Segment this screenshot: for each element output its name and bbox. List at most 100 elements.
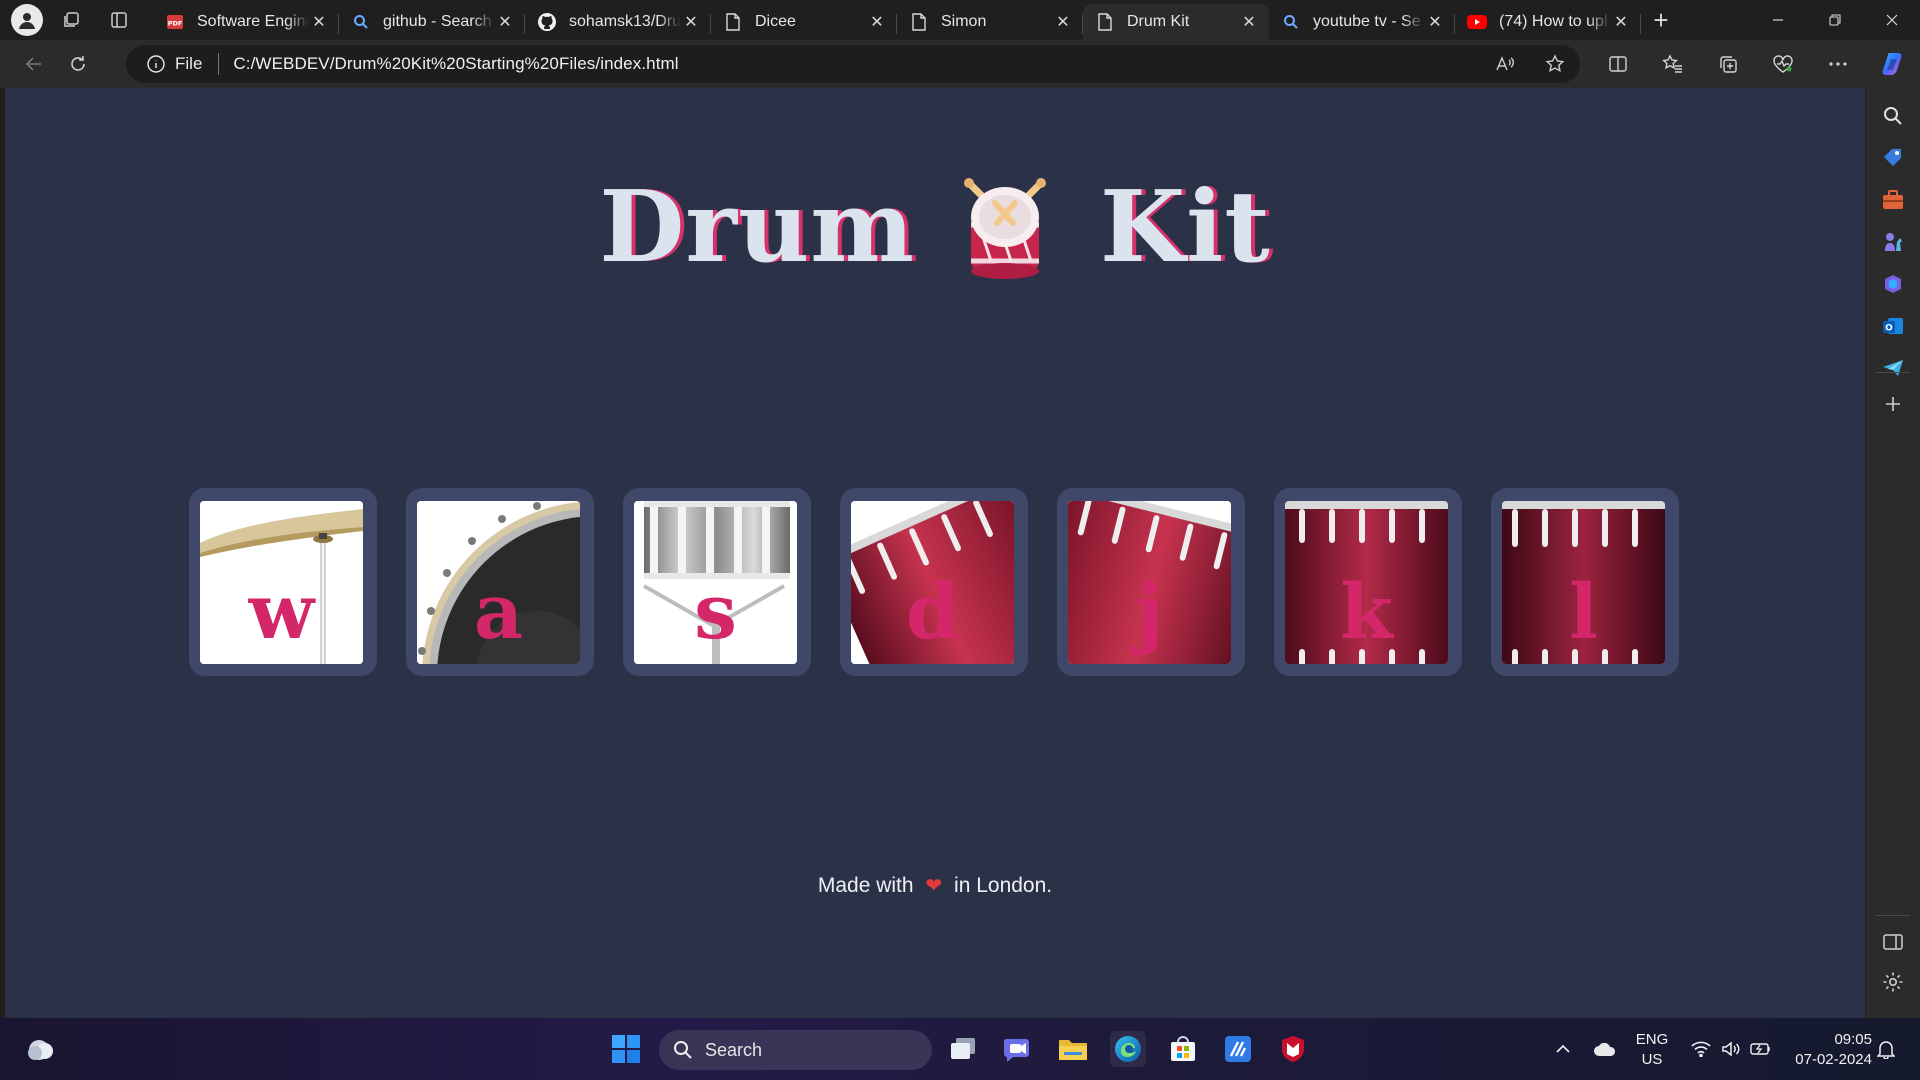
tab-software-engine[interactable]: PDF Software Engine ✕ [153, 4, 339, 40]
url-text[interactable]: C:/WEBDEV/Drum%20Kit%20Starting%20Files/… [233, 54, 678, 74]
footer-after: in London. [954, 874, 1053, 897]
drum-tom1-image: d [851, 500, 1014, 664]
drum-tom3-image: k [1285, 500, 1448, 664]
task-view-icon[interactable] [945, 1031, 981, 1067]
close-icon[interactable]: ✕ [495, 12, 515, 32]
tools-briefcase-icon[interactable] [1879, 186, 1907, 214]
wifi-icon [1686, 1041, 1716, 1057]
tab-list: PDF Software Engine ✕ github - Search ✕ … [153, 0, 1681, 40]
tab-drum-kit[interactable]: Drum Kit ✕ [1083, 4, 1269, 40]
vertical-tabs-icon[interactable] [99, 2, 139, 38]
read-aloud-icon[interactable] [1480, 54, 1530, 74]
search-icon [351, 12, 371, 32]
drum-set: w a s d j k l [189, 488, 1689, 676]
start-windows-icon[interactable] [608, 1031, 644, 1067]
microsoft-365-icon[interactable] [1879, 270, 1907, 298]
address-bar[interactable]: File C:/WEBDEV/Drum%20Kit%20Starting%20F… [126, 45, 1580, 83]
edge-sidebar: O [1866, 88, 1920, 1018]
svg-text:O: O [1885, 324, 1893, 334]
notification-bell-icon[interactable] [1868, 1031, 1904, 1067]
tab-github-search[interactable]: github - Search ✕ [339, 4, 525, 40]
file-explorer-icon[interactable] [1055, 1031, 1091, 1067]
hide-sidebar-icon[interactable] [1879, 928, 1907, 956]
mcafee-shield-icon[interactable] [1275, 1031, 1311, 1067]
drum-crash-image: w [200, 500, 363, 664]
youtube-icon [1467, 12, 1487, 32]
close-icon[interactable]: ✕ [1425, 12, 1445, 32]
tab-title: Drum Kit [1127, 13, 1190, 30]
tab-youtube-tv-search[interactable]: youtube tv - Se ✕ [1269, 4, 1455, 40]
profile-avatar-icon[interactable] [11, 4, 43, 36]
drum-button-j[interactable]: j [1057, 488, 1245, 676]
new-tab-button[interactable]: + [1641, 2, 1681, 38]
navigation-bar: File C:/WEBDEV/Drum%20Kit%20Starting%20F… [0, 40, 1920, 88]
drum-key-letter: l [1569, 566, 1598, 656]
refresh-icon[interactable] [56, 46, 100, 82]
drum-button-k[interactable]: k [1274, 488, 1462, 676]
games-chess-icon[interactable] [1879, 228, 1907, 256]
footer-before: Made with [817, 874, 914, 897]
heart-icon: ❤ [925, 875, 943, 897]
restore-icon[interactable] [1806, 0, 1863, 40]
tab-how-to-upload[interactable]: (74) How to upl ✕ [1455, 4, 1641, 40]
close-icon[interactable]: ✕ [1053, 12, 1073, 32]
taskbar-search-box[interactable]: Search [659, 1030, 932, 1070]
workspaces-icon[interactable] [51, 2, 91, 38]
microsoft-store-icon[interactable] [1165, 1031, 1201, 1067]
drum-button-w[interactable]: w [189, 488, 377, 676]
site-info-button[interactable]: File [146, 54, 202, 74]
sidebar-settings-gear-icon[interactable] [1879, 968, 1907, 996]
tab-title: Simon [941, 13, 987, 30]
drum-button-a[interactable]: a [406, 488, 594, 676]
teams-chat-icon[interactable] [1000, 1031, 1036, 1067]
close-window-icon[interactable] [1863, 0, 1920, 40]
send-paper-plane-icon[interactable] [1879, 354, 1907, 382]
input-language-indicator[interactable]: ENG US [1634, 1030, 1670, 1070]
add-sidebar-app-icon[interactable] [1879, 390, 1907, 418]
more-options-icon[interactable] [1810, 44, 1865, 84]
lang-line-2: US [1641, 1051, 1663, 1068]
copilot-icon[interactable] [1865, 44, 1920, 84]
search-icon [1281, 12, 1301, 32]
drum-button-l[interactable]: l [1491, 488, 1679, 676]
drum-button-s[interactable]: s [623, 488, 811, 676]
close-icon[interactable]: ✕ [309, 12, 329, 32]
drum-tom2-image: j [1068, 500, 1231, 664]
collections-icon[interactable] [1700, 44, 1755, 84]
close-icon[interactable]: ✕ [1611, 12, 1631, 32]
drum-tom4-image: l [1502, 500, 1665, 664]
taskbar-clock[interactable]: 09:05 07-02-2024 [1782, 1030, 1872, 1070]
back-arrow-icon[interactable] [12, 46, 56, 82]
tab-dicee[interactable]: Dicee ✕ [711, 4, 897, 40]
drum-button-d[interactable]: d [840, 488, 1028, 676]
show-hidden-icons-chevron-icon[interactable] [1550, 1044, 1576, 1054]
edge-browser-icon[interactable] [1110, 1031, 1146, 1067]
title-word-drum: Drum [599, 170, 915, 285]
tab-sohamsk13[interactable]: sohamsk13/Dru ✕ [525, 4, 711, 40]
page-icon [723, 12, 743, 32]
tab-simon[interactable]: Simon ✕ [897, 4, 1083, 40]
favorite-star-icon[interactable] [1530, 54, 1580, 74]
split-screen-icon[interactable] [1590, 44, 1645, 84]
tab-title: github - Search [383, 13, 492, 30]
toolbar-icons [1590, 44, 1920, 84]
browser-essentials-icon[interactable] [1755, 44, 1810, 84]
lang-line-1: ENG [1635, 1031, 1669, 1048]
close-icon[interactable]: ✕ [1239, 12, 1259, 32]
weather-widget-icon[interactable] [22, 1031, 58, 1067]
quick-settings[interactable] [1686, 1018, 1776, 1080]
close-icon[interactable]: ✕ [867, 12, 887, 32]
onedrive-cloud-icon[interactable] [1582, 1041, 1628, 1057]
github-icon [537, 12, 557, 32]
favorites-icon[interactable] [1645, 44, 1700, 84]
sidebar-divider [1876, 372, 1910, 373]
vscode-style-app-icon[interactable] [1220, 1031, 1256, 1067]
page-icon [1095, 12, 1115, 32]
close-icon[interactable]: ✕ [681, 12, 701, 32]
shopping-tag-icon[interactable] [1879, 144, 1907, 172]
system-tray [1550, 1018, 1628, 1080]
minimize-icon[interactable] [1749, 0, 1806, 40]
sidebar-search-icon[interactable] [1879, 102, 1907, 130]
page-title: Drum Kit [5, 170, 1865, 285]
outlook-icon[interactable]: O [1879, 312, 1907, 340]
